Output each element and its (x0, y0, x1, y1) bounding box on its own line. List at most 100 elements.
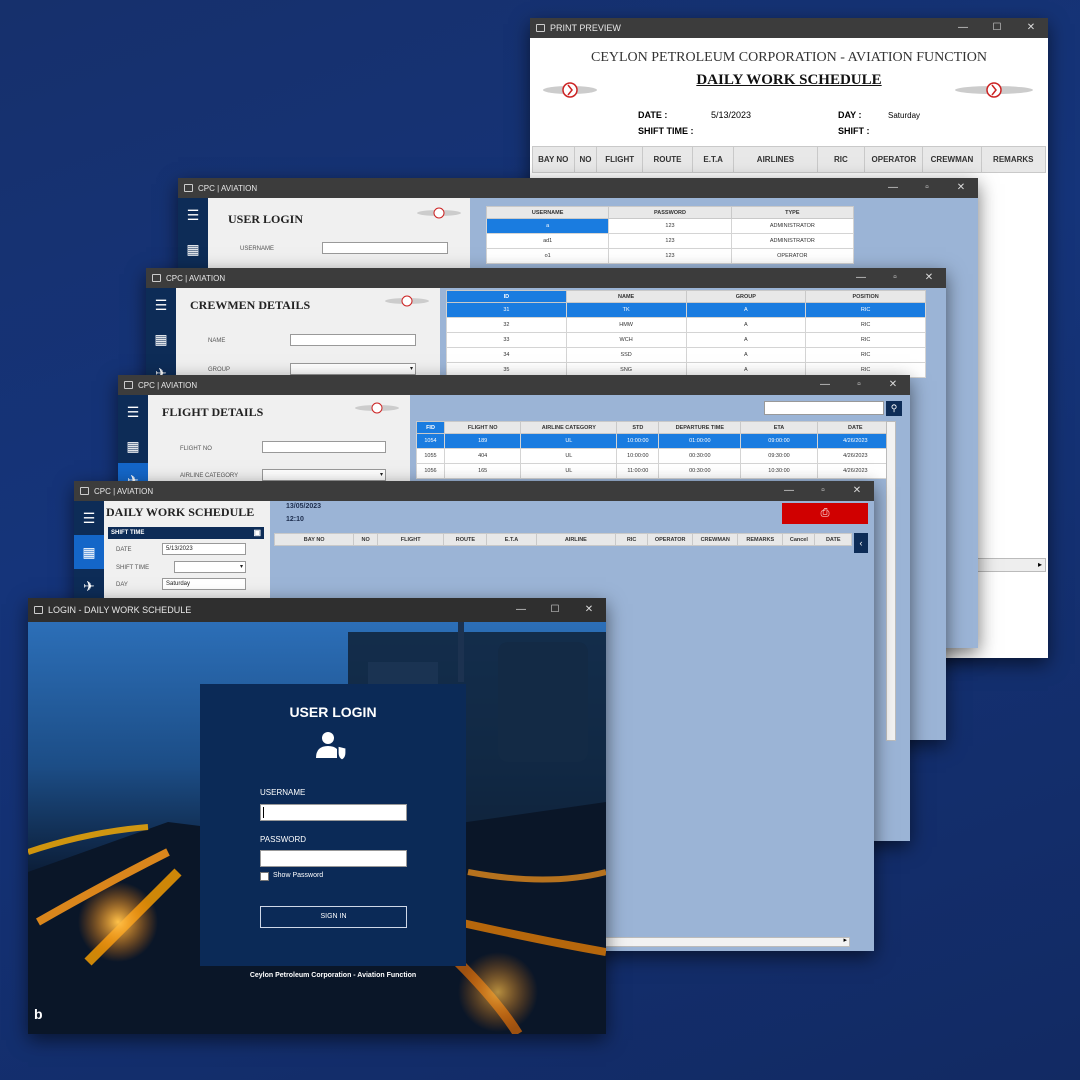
table-row[interactable]: 33 WCH A RIC (446, 332, 926, 348)
menu-icon[interactable]: ☰ (146, 288, 176, 322)
schedule-icon[interactable]: ▦ (178, 232, 208, 266)
table-cell: RIC (805, 302, 926, 318)
window-icon (184, 184, 193, 192)
table-row[interactable]: ad1 123 ADMINISTRATOR (485, 233, 855, 249)
title-bar: LOGIN - DAILY WORK SCHEDULE — ☐ ✕ (28, 598, 606, 622)
minimize-button[interactable]: — (876, 178, 910, 198)
name-label: NAME (208, 338, 226, 344)
maximize-button[interactable]: ▫ (878, 268, 912, 288)
table-cell: TK (565, 302, 687, 318)
window-title: PRINT PREVIEW (550, 23, 621, 33)
maximize-button[interactable]: ▫ (910, 178, 944, 198)
column-header: OPERATOR (647, 533, 694, 546)
table-cell: 10:00:00 (616, 433, 660, 449)
chevron-down-icon: ▾ (239, 564, 243, 570)
table-cell: 165 (443, 463, 522, 479)
minimize-button[interactable]: — (504, 598, 538, 622)
login-window: LOGIN - DAILY WORK SCHEDULE — ☐ ✕ USER LOG… (28, 598, 606, 1034)
table-cell: A (685, 302, 807, 318)
table-row[interactable]: 1054 189 UL 10:00:00 01:00:00 09:00:00 4/26/20… (416, 433, 895, 449)
table-row[interactable]: 1055 404 UL 10:00:00 00:30:00 09:30:00 4/26/20… (416, 448, 895, 464)
table-cell: 123 (608, 233, 732, 249)
table-row[interactable]: o1 123 OPERATOR (485, 248, 855, 264)
close-button[interactable]: ✕ (1014, 18, 1048, 38)
column-header: REMARKS (737, 533, 784, 546)
print-button[interactable]: ⎙ (782, 503, 868, 524)
column-header: CREWMAN (692, 533, 739, 546)
date-picker[interactable]: 5/13/2023 (162, 543, 246, 555)
minimize-button[interactable]: — (946, 18, 980, 38)
column-header: AIRLINE (535, 533, 617, 546)
table-header-row: BAY NO NO FLIGHT ROUTE E.T.A AIRLINE RIC… (273, 533, 852, 546)
cpc-logo-icon (417, 207, 461, 219)
menu-icon[interactable]: ☰ (74, 501, 104, 535)
search-input[interactable] (764, 401, 884, 415)
table-cell: A (685, 332, 807, 348)
column-header: TYPE (730, 206, 855, 219)
table-cell: 1056 (416, 463, 445, 479)
table-row[interactable]: a 123 ADMINISTRATOR (485, 218, 855, 234)
title-bar: PRINT PREVIEW — ☐ ✕ (530, 18, 1048, 38)
schedule-icon[interactable]: ▦ (118, 429, 148, 463)
window-title: CPC | AVIATION (166, 273, 226, 283)
table-row[interactable]: 31 TK A RIC (446, 302, 926, 318)
schedule-icon[interactable]: ▦ (146, 322, 176, 356)
table-cell: 10:00:00 (616, 448, 660, 464)
table-cell: ADMINISTRATOR (730, 233, 855, 249)
horizontal-scrollbar[interactable]: ▸ (600, 937, 850, 947)
minimize-button[interactable]: — (844, 268, 878, 288)
panel-toggle-button[interactable]: ‹ (854, 533, 868, 553)
table-row[interactable]: 1056 165 UL 11:00:00 00:30:00 10:30:00 4/26/20… (416, 463, 895, 479)
close-button[interactable]: ✕ (944, 178, 978, 198)
table-row[interactable]: 32 HMW A RIC (446, 317, 926, 333)
flight-no-field[interactable] (262, 441, 386, 453)
group-select[interactable]: ▾ (290, 363, 416, 375)
table-cell: RIC (805, 347, 926, 363)
show-password-checkbox[interactable] (260, 872, 269, 881)
calendar-icon[interactable]: ▣ (253, 527, 261, 539)
column-header: REMARKS (980, 146, 1047, 173)
users-table: USERNAME PASSWORD TYPE a 123 ADMINISTRATOR a… (485, 206, 855, 264)
menu-icon[interactable]: ☰ (178, 198, 208, 232)
day-value: Saturday (888, 111, 921, 120)
column-header: DEPARTURE TIME (658, 421, 742, 434)
schedule-icon[interactable]: ▦ (74, 535, 104, 569)
username-label: USERNAME (240, 246, 275, 252)
maximize-button[interactable]: ▫ (806, 481, 840, 501)
minimize-button[interactable]: — (808, 375, 842, 395)
name-field[interactable] (290, 334, 416, 346)
column-header: BAY NO (273, 533, 355, 546)
day-label: DAY : (838, 110, 862, 120)
table-cell: RIC (805, 332, 926, 348)
close-button[interactable]: ✕ (912, 268, 946, 288)
day-field[interactable]: Saturday (162, 578, 246, 590)
window-title: LOGIN - DAILY WORK SCHEDULE (48, 605, 192, 615)
username-field[interactable] (322, 242, 448, 254)
maximize-button[interactable]: ☐ (980, 18, 1014, 38)
schedule-table: BAY NO NO FLIGHT ROUTE E.T.A AIRLINE RIC… (273, 533, 852, 546)
airline-category-select[interactable]: ▾ (262, 469, 386, 481)
table-row[interactable]: 34 SSD A RIC (446, 347, 926, 363)
print-table: BAY NO NO FLIGHT ROUTE E.T.A AIRLINES RI… (532, 146, 1047, 173)
chevron-down-icon: ▾ (409, 366, 413, 372)
shift-time-select[interactable]: ▾ (174, 561, 246, 573)
time-display: 12:10 (286, 516, 304, 523)
username-input[interactable] (260, 804, 407, 821)
sign-in-button[interactable]: SIGN IN (260, 906, 407, 928)
shift-label: SHIFT : (838, 126, 870, 136)
table-cell: 09:30:00 (740, 448, 818, 464)
column-header: E.T.A (691, 146, 735, 173)
flights-table: FID FLIGHT NO AIRLINE CATEGORY STD DEPARTURE… (416, 421, 895, 479)
close-button[interactable]: ✕ (840, 481, 874, 501)
minimize-button[interactable]: — (772, 481, 806, 501)
search-button[interactable]: ⚲ (886, 401, 902, 416)
search-icon: ⚲ (890, 403, 898, 413)
close-button[interactable]: ✕ (876, 375, 910, 395)
maximize-button[interactable]: ▫ (842, 375, 876, 395)
close-button[interactable]: ✕ (572, 598, 606, 622)
column-header: E.T.A (486, 533, 537, 546)
password-input[interactable] (260, 850, 407, 867)
vertical-scrollbar[interactable] (886, 421, 896, 741)
maximize-button[interactable]: ☐ (538, 598, 572, 622)
menu-icon[interactable]: ☰ (118, 395, 148, 429)
